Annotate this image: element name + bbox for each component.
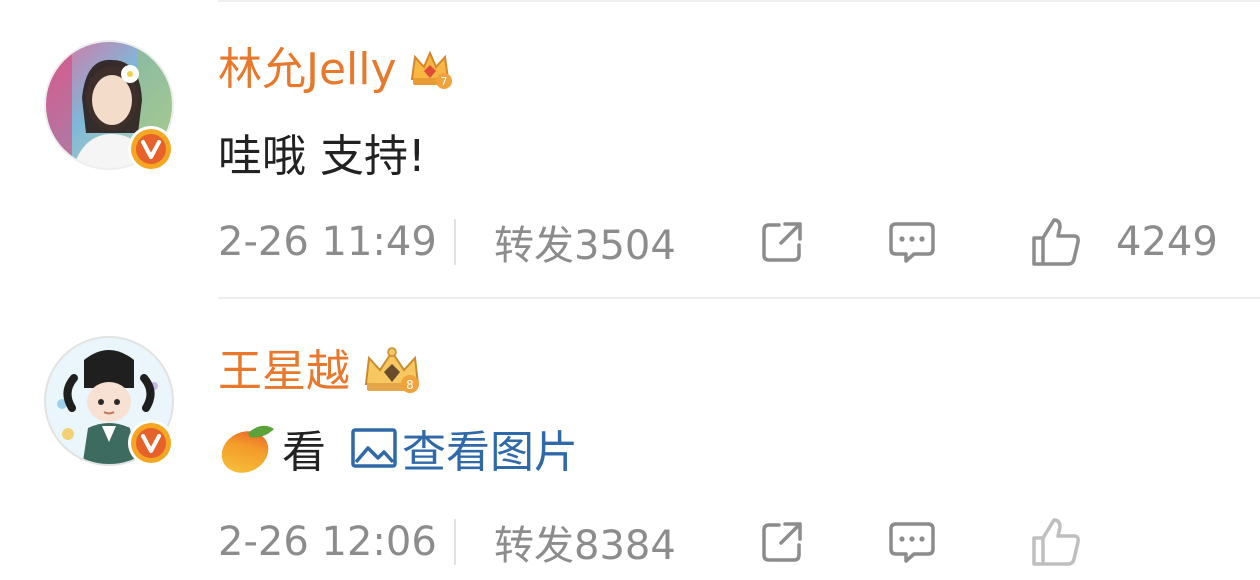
crown-badge-icon: 7 [407,45,453,95]
crown-badge-icon: 8 [360,344,424,400]
view-image-link[interactable]: 查看图片 [350,416,578,480]
share-icon[interactable] [752,212,812,272]
mango-emoji-icon [218,419,276,477]
share-icon[interactable] [752,512,812,572]
username[interactable]: 王星越 [218,342,350,402]
comment-icon[interactable] [882,512,942,572]
comment-item: 林允Jelly 7 哇哦 支持! 2-26 11:49 转发3504 4249 [0,0,1260,270]
repost-count[interactable]: 转发8384 [494,513,744,571]
thumbs-up-icon[interactable] [1024,512,1088,572]
thumbs-up-icon[interactable] [1024,212,1088,272]
verified-badge-icon [126,124,176,174]
view-image-label[interactable]: 查看图片 [402,416,578,480]
repost-count[interactable]: 转发3504 [494,213,744,271]
like-count: 4249 [1116,219,1218,265]
vertical-divider [454,519,456,565]
timestamp: 2-26 11:49 [218,219,437,265]
vertical-divider [454,219,456,265]
timestamp: 2-26 12:06 [218,519,437,565]
username[interactable]: 林允Jelly [218,40,397,100]
image-icon [351,428,397,468]
svg-text:8: 8 [406,378,414,392]
comment-item: 王星越 8 看 查看图片 2-26 12:06 转发8384 [0,298,1260,571]
comment-text: 哇哦 支持! [218,131,426,182]
comment-icon[interactable] [882,212,942,272]
comment-text: 看 [282,427,326,478]
verified-badge-icon [126,418,176,468]
svg-text:7: 7 [440,75,447,88]
